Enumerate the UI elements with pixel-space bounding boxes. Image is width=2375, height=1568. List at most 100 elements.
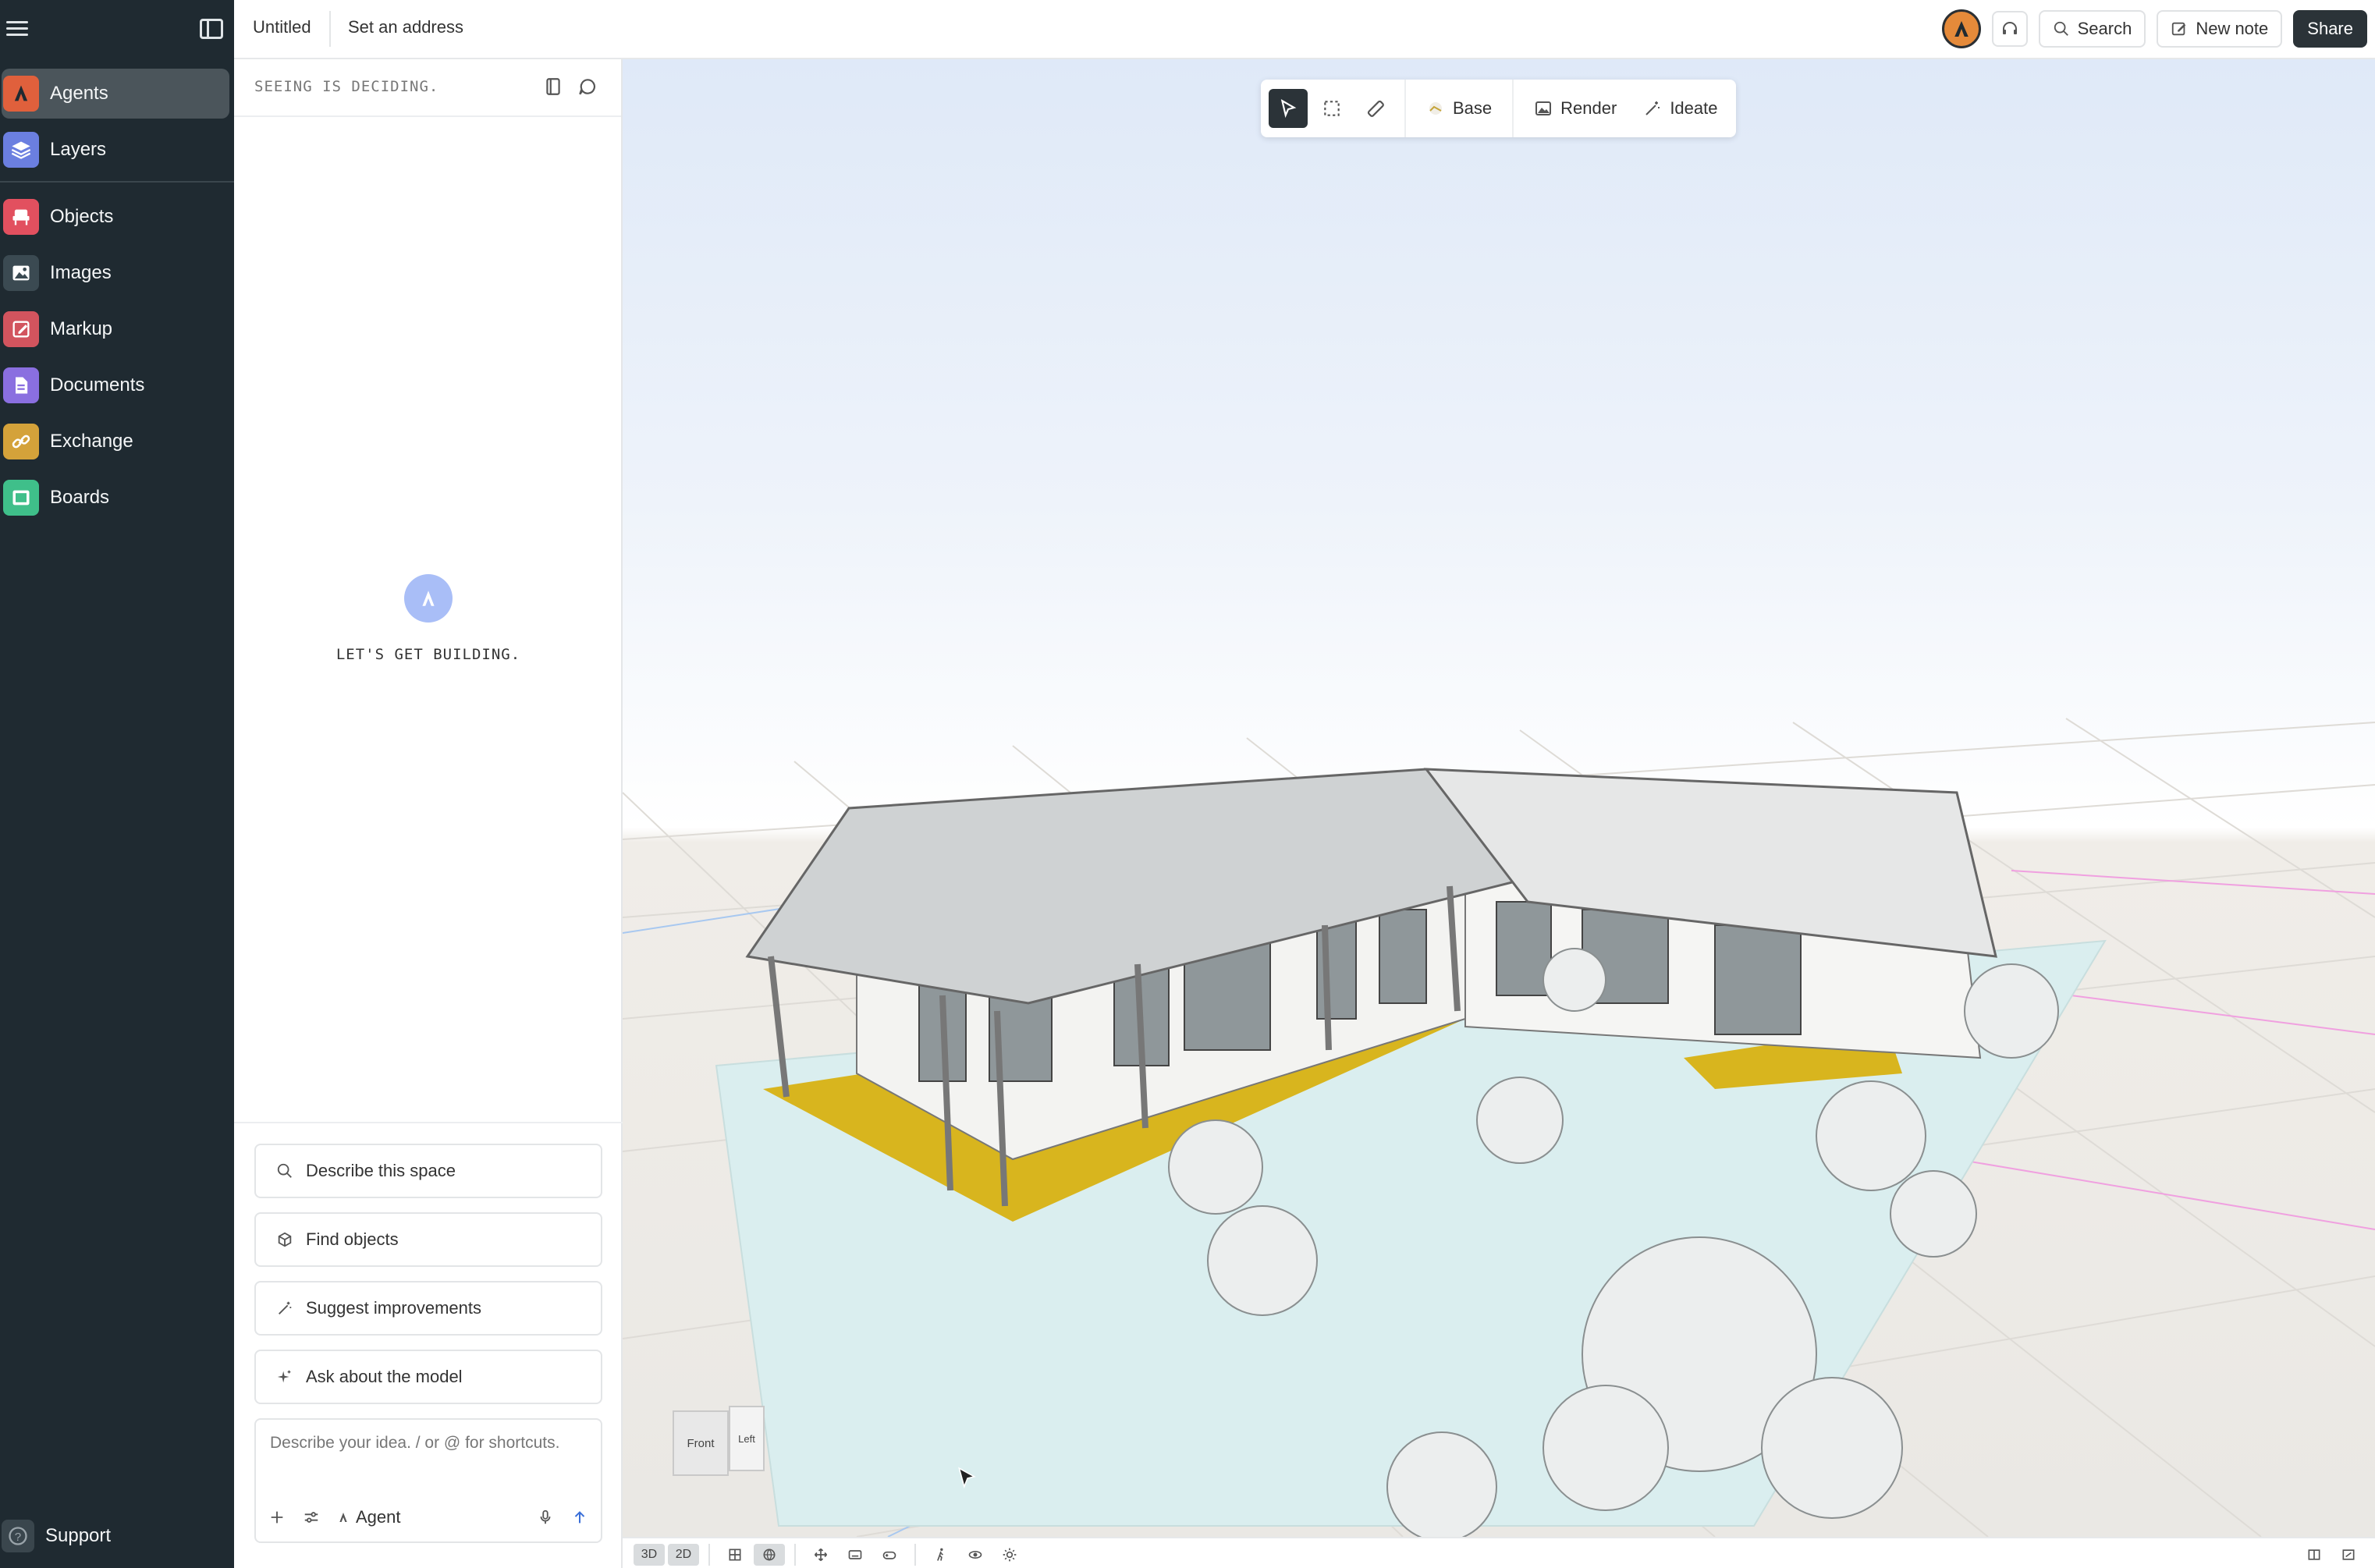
- suggestion-label: Suggest improvements: [306, 1298, 481, 1318]
- sidebar-item-agents[interactable]: Agents: [2, 69, 229, 119]
- support-label: Support: [45, 1525, 112, 1546]
- agent-mode-selector[interactable]: Agent: [337, 1507, 401, 1527]
- grid-icon: [729, 1548, 741, 1561]
- sidebar-item-label: Markup: [50, 318, 113, 339]
- fullscreen-icon: [2342, 1549, 2355, 1560]
- view-cube[interactable]: Front Left: [673, 1406, 768, 1481]
- view-mode-toggle: 3D 2D: [634, 1543, 1025, 1566]
- mode-3d-button[interactable]: 3D: [634, 1544, 665, 1566]
- book-icon[interactable]: [543, 76, 563, 97]
- measure-tool-button[interactable]: [1356, 89, 1395, 128]
- panel-toggle-icon[interactable]: [200, 19, 223, 39]
- support-headset-button[interactable]: [1991, 11, 2028, 47]
- marquee-tool-button[interactable]: [1312, 89, 1351, 128]
- suggestion-improvements[interactable]: Suggest improvements: [254, 1281, 602, 1336]
- marquee-select-icon: [1324, 101, 1340, 116]
- agent-prompt-input[interactable]: [270, 1434, 598, 1453]
- view-cube-left[interactable]: Left: [729, 1406, 765, 1471]
- note-edit-icon: [2172, 22, 2186, 36]
- microphone-icon[interactable]: [537, 1509, 554, 1526]
- axis-line: [1909, 1151, 2375, 1230]
- sidebar-item-markup[interactable]: Markup: [2, 304, 229, 354]
- sidebar-item-label: Images: [50, 262, 112, 283]
- avatar[interactable]: [1941, 9, 1981, 48]
- cube-icon: [278, 1232, 292, 1247]
- ideate-label: Ideate: [1670, 98, 1718, 118]
- render-label: Render: [1560, 98, 1617, 118]
- breadcrumb-divider: [329, 11, 331, 47]
- sidebar-item-support[interactable]: ? Support: [2, 1517, 111, 1556]
- suggestion-ask-model[interactable]: Ask about the model: [254, 1350, 602, 1404]
- sidebar-item-label: Documents: [50, 374, 145, 396]
- sidebar-divider: [0, 181, 234, 183]
- sidebar-item-boards[interactable]: Boards: [2, 473, 229, 523]
- sidebar-item-label: Exchange: [50, 431, 133, 452]
- headset-icon: [2002, 22, 2017, 34]
- gamepad-button[interactable]: [874, 1544, 905, 1566]
- top-actions: Search New note Share: [1941, 9, 2367, 48]
- document-title[interactable]: Untitled: [253, 17, 311, 37]
- agent-panel: SEEING IS DECIDING. LET'S GET BUILDING. …: [234, 59, 623, 1568]
- sun-lighting-button[interactable]: [994, 1544, 1025, 1566]
- keyboard-button[interactable]: [840, 1544, 871, 1566]
- render-button[interactable]: Render: [1523, 89, 1628, 128]
- sidebar-item-images[interactable]: Images: [2, 248, 229, 298]
- suggestion-label: Find objects: [306, 1229, 399, 1249]
- toolbar-divider: [1512, 80, 1514, 137]
- sidebar-item-label: Agents: [50, 83, 108, 104]
- suggestion-label: Describe this space: [306, 1161, 456, 1180]
- empty-state-text: LET'S GET BUILDING.: [335, 646, 521, 663]
- address-field[interactable]: Set an address: [348, 17, 463, 37]
- viewport-toolbar: Base Render Ideate: [1261, 80, 1737, 137]
- viewport-status-bar: 3D 2D: [623, 1537, 2375, 1568]
- ideate-button[interactable]: Ideate: [1632, 89, 1728, 128]
- new-note-button[interactable]: New note: [2157, 10, 2283, 48]
- share-button[interactable]: Share: [2293, 10, 2367, 48]
- search-icon: [277, 1163, 292, 1178]
- 3d-viewport[interactable]: Base Render Ideate Front Left: [623, 59, 2375, 1537]
- base-mode-button[interactable]: Base: [1415, 89, 1503, 128]
- 3d-scene[interactable]: [623, 59, 2375, 1537]
- navigate-button[interactable]: [805, 1544, 836, 1566]
- agent-status-text: SEEING IS DECIDING.: [254, 78, 439, 95]
- split-view-button[interactable]: [2299, 1544, 2330, 1566]
- select-tool-button[interactable]: [1269, 89, 1308, 128]
- send-arrow-icon[interactable]: [571, 1509, 588, 1526]
- base-label: Base: [1453, 98, 1493, 118]
- sidebar: Agents Layers Objects Images Markup Docu…: [0, 0, 234, 1568]
- chat-bubble-icon[interactable]: [577, 76, 598, 97]
- plus-icon[interactable]: [268, 1509, 286, 1526]
- cursor-arrow-icon: [1280, 99, 1297, 119]
- document-icon: [3, 367, 39, 403]
- mode-2d-button[interactable]: 2D: [668, 1544, 699, 1566]
- link-icon: [3, 424, 39, 459]
- sidebar-item-exchange[interactable]: Exchange: [2, 417, 229, 466]
- layers-icon: [3, 132, 39, 168]
- agent-empty-state: LET'S GET BUILDING.: [234, 574, 623, 663]
- sidebar-item-layers[interactable]: Layers: [2, 125, 229, 175]
- globe-toggle-button[interactable]: [754, 1544, 785, 1566]
- keyboard-icon: [848, 1550, 862, 1559]
- sun-icon: [1003, 1548, 1017, 1562]
- status-divider: [794, 1544, 796, 1566]
- hamburger-menu-icon[interactable]: [6, 17, 28, 39]
- mouse-cursor-icon: [958, 1467, 976, 1489]
- orbit-button[interactable]: [960, 1544, 991, 1566]
- magic-wand-icon: [279, 1301, 292, 1314]
- composer-toolbar: Agent: [268, 1504, 588, 1531]
- sliders-icon[interactable]: [303, 1509, 320, 1526]
- suggestion-list: Describe this space Find objects Suggest…: [234, 1122, 623, 1543]
- walk-mode-button[interactable]: [925, 1544, 957, 1566]
- grid-toggle-button[interactable]: [719, 1544, 751, 1566]
- toolbar-divider: [1404, 80, 1406, 137]
- suggestion-describe-space[interactable]: Describe this space: [254, 1144, 602, 1198]
- suggestion-find-objects[interactable]: Find objects: [254, 1212, 602, 1267]
- sidebar-item-documents[interactable]: Documents: [2, 360, 229, 410]
- view-cube-front[interactable]: Front: [673, 1410, 729, 1476]
- gamepad-icon: [882, 1551, 896, 1559]
- user-avatar-icon: [1954, 21, 1969, 37]
- fullscreen-button[interactable]: [2333, 1544, 2364, 1566]
- sidebar-item-objects[interactable]: Objects: [2, 192, 229, 242]
- search-icon: [2054, 21, 2068, 36]
- search-button[interactable]: Search: [2038, 10, 2146, 48]
